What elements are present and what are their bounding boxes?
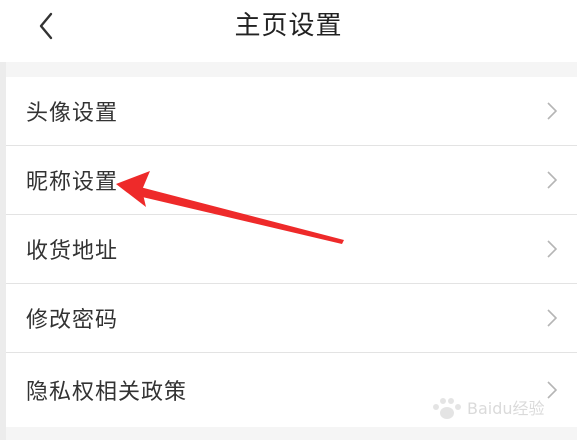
settings-item-password[interactable]: 修改密码 [6, 284, 577, 353]
settings-item-label: 修改密码 [26, 308, 119, 333]
chevron-right-icon [545, 378, 559, 402]
settings-item-avatar[interactable]: 头像设置 [6, 77, 577, 146]
settings-item-label: 收货地址 [26, 239, 119, 264]
settings-item-address[interactable]: 收货地址 [6, 215, 577, 284]
chevron-right-icon [545, 99, 559, 123]
chevron-right-icon [545, 168, 559, 192]
settings-item-label: 头像设置 [26, 101, 119, 126]
settings-item-nickname[interactable]: 昵称设置 [6, 146, 577, 215]
settings-item-label: 隐私权相关政策 [26, 380, 188, 405]
settings-item-label: 昵称设置 [26, 170, 119, 195]
settings-screen: 主页设置 头像设置 昵称设置 收货地址 修改密码 隐私权相关政策 Baidu经验 [0, 0, 577, 440]
nav-header: 主页设置 [0, 0, 577, 62]
watermark-text: Baidu经验 [467, 399, 545, 418]
page-title: 主页设置 [234, 11, 343, 41]
watermark-logo: Baidu经验 [433, 398, 545, 419]
chevron-right-icon [545, 306, 559, 330]
settings-list: 头像设置 昵称设置 收货地址 修改密码 隐私权相关政策 [6, 77, 577, 427]
chevron-right-icon [545, 237, 559, 261]
